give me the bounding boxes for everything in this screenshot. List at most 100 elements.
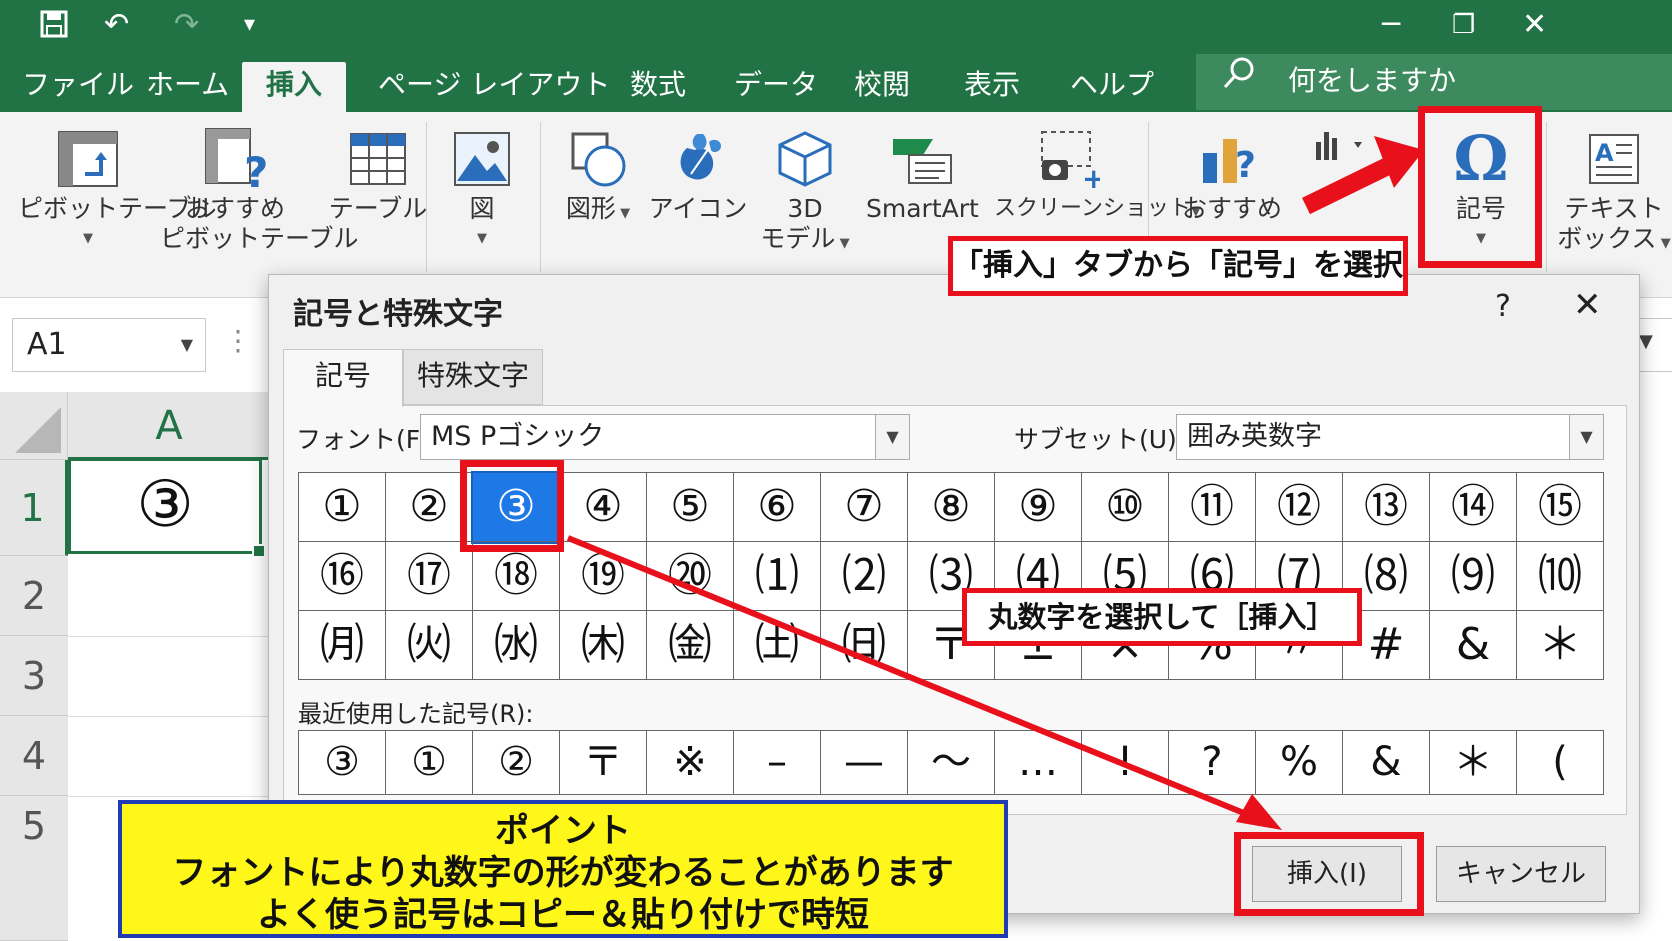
recent-symbol-cell[interactable]: (: [1517, 731, 1604, 795]
symbol-cell[interactable]: ⑰: [386, 542, 473, 611]
symbol-cell[interactable]: ⑳: [647, 542, 734, 611]
recent-symbol-cell[interactable]: —: [821, 731, 908, 795]
recent-symbols-grid[interactable]: ③ ① ② 〒 ※ – — ～…!?% & ＊(: [298, 730, 1604, 795]
symbol-cell[interactable]: ⑼: [1430, 542, 1517, 611]
symbol-cell[interactable]: ㈮: [647, 611, 734, 680]
font-select[interactable]: MS Pゴシック ▼: [420, 414, 910, 460]
chevron-down-icon[interactable]: ▼: [181, 319, 193, 371]
recent-symbol-cell[interactable]: …: [995, 731, 1082, 795]
recent-symbol-cell[interactable]: ＊: [1430, 731, 1517, 795]
symbol-cell[interactable]: ㈬: [473, 611, 560, 680]
symbol-cell[interactable]: ㈭: [560, 611, 647, 680]
close-window-icon[interactable]: ✕: [1522, 8, 1547, 42]
symbol-cell[interactable]: ⑫: [1256, 473, 1343, 542]
icons-button[interactable]: アイコン: [648, 124, 748, 224]
tab-page-layout[interactable]: ページ レイアウト: [378, 62, 610, 112]
symbol-cell[interactable]: ⑯: [299, 542, 386, 611]
point-title: ポイント: [495, 811, 631, 851]
tab-data[interactable]: データ: [734, 62, 818, 112]
symbol-cell[interactable]: ㈫: [386, 611, 473, 680]
restore-icon[interactable]: ❐: [1452, 8, 1475, 42]
select-all-button[interactable]: [0, 392, 68, 460]
symbol-cell[interactable]: ⑤: [647, 473, 734, 542]
pivot-table-button[interactable]: ピボットテーブル ▼: [18, 124, 217, 254]
dialog-title: 記号と特殊文字: [293, 297, 503, 332]
3d-models-button[interactable]: 3D モデル ▼: [760, 124, 850, 259]
cancel-button[interactable]: キャンセル: [1436, 846, 1606, 902]
tab-help[interactable]: ヘルプ: [1070, 62, 1154, 112]
symbol-cell[interactable]: ⑵: [821, 542, 908, 611]
symbol-cell[interactable]: ⑲: [560, 542, 647, 611]
symbol-cell[interactable]: &: [1430, 611, 1517, 680]
symbol-cell[interactable]: ①: [299, 473, 386, 542]
recent-symbol-cell[interactable]: ②: [473, 731, 560, 795]
grid-line: [68, 716, 270, 717]
row-header[interactable]: 3: [0, 636, 68, 716]
recent-symbol-cell[interactable]: –: [734, 731, 821, 795]
recent-symbol-cell[interactable]: %: [1256, 731, 1343, 795]
recent-symbol-cell[interactable]: 〒: [560, 731, 647, 795]
picture-button[interactable]: 図 ▼: [442, 124, 522, 254]
recommended-charts-button[interactable]: ? おすすめ: [1172, 124, 1292, 224]
cell-a1[interactable]: ③: [68, 458, 266, 558]
row-header[interactable]: 5: [0, 796, 68, 941]
symbol-cell[interactable]: ⑦: [821, 473, 908, 542]
symbol-cell[interactable]: ⑴: [734, 542, 821, 611]
recent-symbol-cell[interactable]: ?: [1169, 731, 1256, 795]
recent-symbol-cell[interactable]: !: [1082, 731, 1169, 795]
customize-qat-icon[interactable]: ▾: [244, 10, 255, 40]
recent-symbol-cell[interactable]: ※: [647, 731, 734, 795]
recent-symbol-cell[interactable]: &: [1343, 731, 1430, 795]
symbol-cell[interactable]: ⑱: [473, 542, 560, 611]
help-icon[interactable]: ?: [1495, 289, 1511, 324]
table-button[interactable]: テーブル: [318, 124, 438, 224]
symbol-cell[interactable]: ⑬: [1343, 473, 1430, 542]
symbol-cell[interactable]: ⑭: [1430, 473, 1517, 542]
tab-review[interactable]: 校閲: [854, 62, 910, 112]
symbol-cell[interactable]: ⑽: [1517, 542, 1604, 611]
column-chart-button[interactable]: [1304, 128, 1374, 169]
minimize-icon[interactable]: ─: [1382, 8, 1400, 42]
tab-insert[interactable]: 挿入: [242, 62, 347, 112]
recent-symbol-cell[interactable]: ～: [908, 731, 995, 795]
tab-file[interactable]: ファイル: [22, 62, 134, 112]
symbol-cell[interactable]: ⑥: [734, 473, 821, 542]
recent-symbol-cell[interactable]: ①: [386, 731, 473, 795]
symbol-cell[interactable]: ㈪: [299, 611, 386, 680]
symbol-cell[interactable]: ＊: [1517, 611, 1604, 680]
tab-home[interactable]: ホーム: [146, 62, 229, 112]
chevron-down-icon[interactable]: ▼: [875, 415, 909, 459]
symbol-cell[interactable]: ⑨: [995, 473, 1082, 542]
smartart-button[interactable]: SmartArt: [866, 124, 979, 224]
shapes-button[interactable]: 図形 ▼: [558, 124, 638, 229]
name-box[interactable]: A1 ▼: [12, 318, 206, 372]
tab-formulas[interactable]: 数式: [630, 62, 686, 112]
symbol-cell[interactable]: ④: [560, 473, 647, 542]
row-header[interactable]: 1: [0, 460, 68, 556]
save-icon[interactable]: [40, 10, 68, 44]
close-icon[interactable]: ✕: [1573, 285, 1602, 325]
recent-symbol-cell[interactable]: ③: [299, 731, 386, 795]
symbol-cell[interactable]: ⑩: [1082, 473, 1169, 542]
chevron-down-icon[interactable]: ▼: [1569, 415, 1603, 459]
row-header[interactable]: 2: [0, 556, 68, 636]
tab-symbols[interactable]: 記号: [283, 349, 403, 407]
tab-special-characters[interactable]: 特殊文字: [403, 349, 543, 405]
undo-icon[interactable]: ↶: [104, 10, 129, 40]
symbol-cell[interactable]: ⑧: [908, 473, 995, 542]
tab-view[interactable]: 表示: [964, 62, 1020, 112]
subset-select[interactable]: 囲み英数字 ▼: [1176, 414, 1604, 460]
tell-me-search[interactable]: 何をしますか: [1196, 54, 1672, 110]
symbol-cell[interactable]: ⑪: [1169, 473, 1256, 542]
screenshot-button[interactable]: + スクリーンショット▼: [994, 124, 1201, 227]
chevron-down-icon[interactable]: ▼: [1639, 331, 1653, 352]
redo-icon[interactable]: ↷: [174, 10, 199, 40]
row-header[interactable]: 4: [0, 716, 68, 796]
formula-bar-grip-icon[interactable]: ⋮: [224, 324, 252, 357]
recommended-pivot-button[interactable]: ? おすすめ ピボットテーブル: [160, 124, 359, 254]
column-header-a[interactable]: A: [68, 392, 270, 460]
textbox-button[interactable]: A テキスト ボックス ▼: [1556, 124, 1672, 259]
symbol-cell[interactable]: ⑮: [1517, 473, 1604, 542]
symbol-cell[interactable]: ㈯: [734, 611, 821, 680]
symbol-cell[interactable]: ㈰: [821, 611, 908, 680]
